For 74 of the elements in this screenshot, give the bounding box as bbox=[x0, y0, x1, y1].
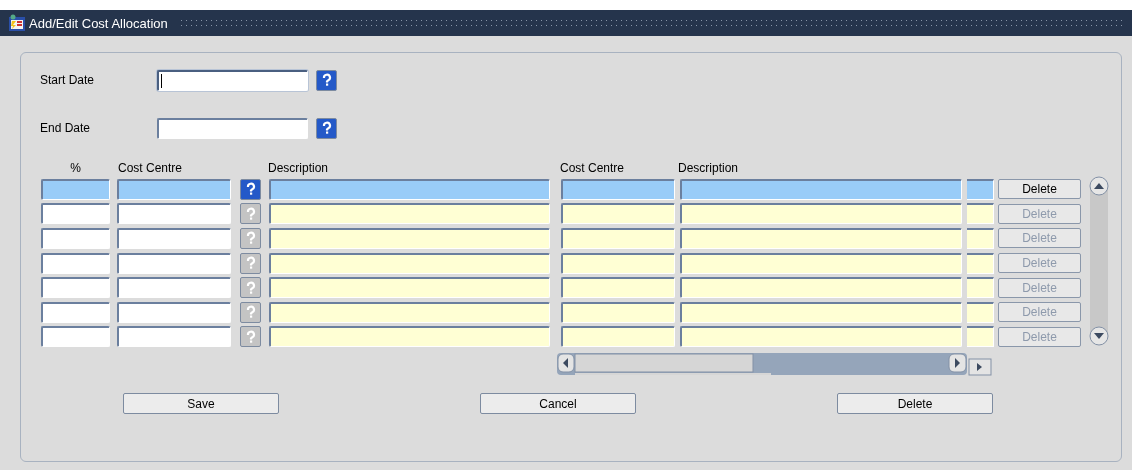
cost-centre-field[interactable] bbox=[117, 178, 231, 200]
help-button[interactable] bbox=[316, 117, 337, 139]
table-cell bbox=[967, 326, 994, 348]
delete-button[interactable]: Delete bbox=[998, 228, 1081, 249]
field-label: End Date bbox=[40, 121, 92, 135]
description-field[interactable] bbox=[680, 228, 962, 249]
column-header: Description bbox=[678, 161, 740, 175]
vertical-scrollbar[interactable] bbox=[1088, 175, 1110, 347]
app-icon bbox=[8, 14, 26, 32]
cost-centre-field[interactable] bbox=[561, 178, 675, 200]
action-button[interactable]: Cancel bbox=[480, 393, 636, 415]
description-field[interactable] bbox=[269, 326, 550, 348]
percent-field[interactable] bbox=[41, 277, 110, 299]
table-cell bbox=[967, 277, 994, 299]
help-button[interactable] bbox=[240, 252, 261, 274]
cost-centre-field[interactable] bbox=[561, 228, 675, 249]
column-header: % bbox=[69, 161, 82, 175]
action-button[interactable]: Save bbox=[123, 393, 279, 415]
help-button[interactable] bbox=[316, 69, 337, 91]
delete-button[interactable]: Delete bbox=[998, 203, 1081, 224]
description-field[interactable] bbox=[269, 228, 550, 249]
percent-field[interactable] bbox=[41, 228, 110, 249]
description-field[interactable] bbox=[680, 326, 962, 348]
percent-field[interactable] bbox=[41, 178, 110, 200]
description-field[interactable] bbox=[269, 203, 550, 225]
cost-centre-field[interactable] bbox=[561, 203, 675, 225]
percent-field[interactable] bbox=[41, 252, 110, 274]
percent-field[interactable] bbox=[41, 301, 110, 323]
date-field[interactable] bbox=[157, 69, 308, 91]
delete-button[interactable]: Delete bbox=[998, 179, 1081, 200]
horizontal-scrollbar[interactable] bbox=[557, 353, 993, 378]
cost-centre-field[interactable] bbox=[117, 301, 231, 323]
cost-centre-field[interactable] bbox=[561, 301, 675, 323]
description-field[interactable] bbox=[269, 277, 550, 299]
table-cell bbox=[967, 178, 994, 200]
percent-field[interactable] bbox=[41, 326, 110, 348]
description-field[interactable] bbox=[680, 178, 962, 200]
cost-centre-field[interactable] bbox=[561, 277, 675, 299]
column-header: Cost Centre bbox=[560, 161, 626, 175]
description-field[interactable] bbox=[680, 301, 962, 323]
cost-centre-field[interactable] bbox=[117, 228, 231, 249]
date-field[interactable] bbox=[157, 117, 308, 139]
description-field[interactable] bbox=[680, 277, 962, 299]
help-button[interactable] bbox=[240, 326, 261, 348]
column-header: Description bbox=[268, 161, 330, 175]
action-button[interactable]: Delete bbox=[837, 393, 993, 415]
table-cell bbox=[967, 301, 994, 323]
delete-button[interactable]: Delete bbox=[998, 277, 1081, 298]
table-cell bbox=[967, 203, 994, 225]
cost-centre-field[interactable] bbox=[561, 326, 675, 348]
cost-centre-field[interactable] bbox=[117, 277, 231, 299]
description-field[interactable] bbox=[269, 252, 550, 274]
description-field[interactable] bbox=[680, 252, 962, 274]
delete-button[interactable]: Delete bbox=[998, 302, 1081, 323]
field-label: Start Date bbox=[40, 73, 96, 87]
window-title: Add/Edit Cost Allocation bbox=[29, 15, 168, 31]
delete-button[interactable]: Delete bbox=[998, 253, 1081, 274]
help-button[interactable] bbox=[240, 203, 261, 225]
cost-centre-field[interactable] bbox=[117, 203, 231, 225]
table-cell bbox=[967, 228, 994, 249]
cost-centre-field[interactable] bbox=[117, 252, 231, 274]
help-button[interactable] bbox=[240, 178, 261, 200]
percent-field[interactable] bbox=[41, 203, 110, 225]
description-field[interactable] bbox=[680, 203, 962, 225]
column-header: Cost Centre bbox=[118, 161, 184, 175]
cost-centre-field[interactable] bbox=[561, 252, 675, 274]
delete-button[interactable]: Delete bbox=[998, 326, 1081, 347]
description-field[interactable] bbox=[269, 301, 550, 323]
help-button[interactable] bbox=[240, 301, 261, 323]
description-field[interactable] bbox=[269, 178, 550, 200]
help-button[interactable] bbox=[240, 228, 261, 249]
table-cell bbox=[967, 252, 994, 274]
help-button[interactable] bbox=[240, 277, 261, 299]
cost-centre-field[interactable] bbox=[117, 326, 231, 348]
